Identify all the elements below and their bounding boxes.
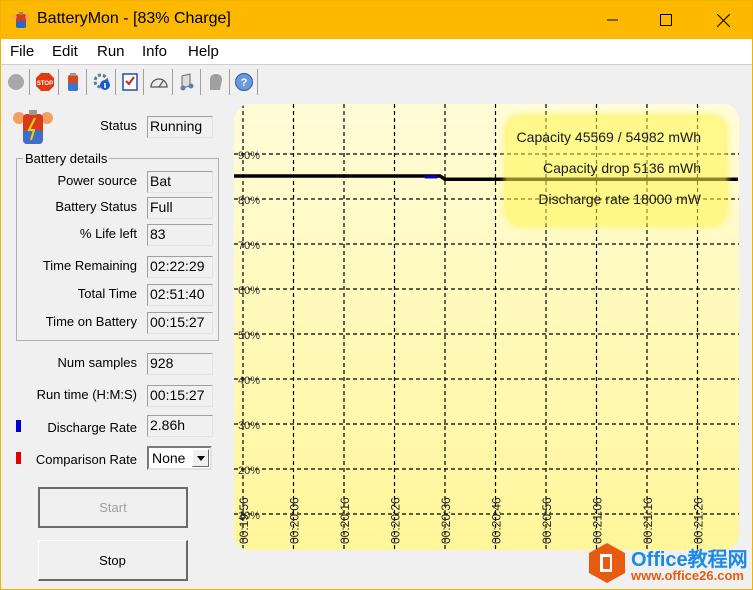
minimize-button[interactable] [590,1,636,39]
x-tick-label: 00:20:26 [389,497,403,544]
x-tick-label: 00:20:06 [288,497,302,544]
info-overlay: Capacity 45569 / 54982 mWh Capacity drop… [507,117,725,224]
capacity-drop-text: Capacity drop 5136 mWh [543,160,701,176]
time-on-battery-label: Time on Battery [45,314,137,329]
x-tick-label: 00:20:16 [338,497,352,544]
svg-text:STOP: STOP [37,81,53,87]
toolbar-gauge-button[interactable] [146,69,173,95]
x-tick-label: 00:21:16 [641,497,655,544]
maximize-icon [660,14,672,26]
toolbar-battery-button[interactable] [60,69,87,95]
app-window: BatteryMon - [83% Charge] File Edit Run … [0,0,753,590]
discharge-rate-label: Discharge Rate [47,420,137,435]
dropdown-arrow-button[interactable] [192,449,209,467]
menu-bar: File Edit Run Info Help [1,39,752,65]
run-time-field: 00:15:27 [147,385,213,407]
toolbar-settings-button[interactable] [89,69,116,95]
y-tick-label: 70% [238,240,260,252]
y-tick-label: 80% [238,195,260,207]
stop-icon: STOP [36,73,54,91]
life-left-label: % Life left [79,226,137,241]
discharge-rate-field: 2.86h [147,415,213,437]
battery-status-label: Battery Status [55,199,137,214]
run-time-label: Run time (H:M:S) [36,387,137,402]
checklist-icon [122,73,138,91]
battery-details-title: Battery details [23,151,110,166]
status-field: Running [147,116,213,138]
time-remaining-label: Time Remaining [42,258,137,273]
y-tick-label: 30% [238,420,260,432]
watermark-url: www.office26.com [631,568,744,583]
settings-info-icon [93,73,110,90]
comparison-rate-color-swatch [16,452,21,464]
power-source-field: Bat [147,171,213,193]
time-remaining-field: 02:22:29 [147,256,213,278]
stop-button[interactable]: Stop [38,540,188,581]
close-icon [716,13,730,27]
comparison-rate-label: Comparison Rate [35,452,137,467]
toolbar: STOP ? [1,66,752,98]
window-title: BatteryMon - [83% Charge] [37,10,231,27]
toolbar-user-button[interactable] [203,69,230,95]
toolbar-record-button[interactable] [3,69,30,95]
toolbar-help-button[interactable]: ? [231,69,258,95]
discharge-rate-text: Discharge rate 18000 mW [538,191,701,207]
menu-help[interactable]: Help [188,43,219,60]
x-tick-label: 00:20:56 [540,497,554,544]
menu-info[interactable]: Info [142,43,167,60]
x-tick-label: 00:20:36 [439,497,453,544]
total-time-field: 02:51:40 [147,284,213,306]
toolbar-sound-button[interactable] [174,69,201,95]
sound-icon [180,73,194,91]
battery-status-field: Full [147,197,213,219]
total-time-label: Total Time [77,286,137,301]
toolbar-checklist-button[interactable] [117,69,144,95]
office-logo-icon [589,543,625,583]
svg-text:?: ? [241,77,248,89]
battery-icon [68,73,78,91]
chevron-down-icon [196,455,205,461]
life-left-field: 83 [147,224,213,246]
time-on-battery-field: 00:15:27 [147,312,213,334]
num-samples-label: Num samples [57,355,137,370]
power-source-label: Power source [57,173,137,188]
battery-mascot-icon [13,110,53,144]
num-samples-field: 928 [147,353,213,375]
discharge-rate-color-swatch [16,420,21,432]
minimize-icon [607,19,618,21]
record-icon [8,74,24,90]
close-button[interactable] [700,1,746,39]
status-label: Status [100,118,137,133]
x-tick-label: 00:21:26 [692,497,706,544]
y-tick-label: 20% [238,465,260,477]
maximize-button[interactable] [643,1,689,39]
y-tick-label: 40% [238,375,260,387]
user-icon [210,74,222,90]
toolbar-stop-button[interactable]: STOP [32,69,59,95]
x-tick-label: 00:20:46 [490,497,504,544]
menu-run[interactable]: Run [97,43,125,60]
capacity-text: Capacity 45569 / 54982 mWh [516,129,701,145]
menu-edit[interactable]: Edit [52,43,78,60]
start-button[interactable]: Start [38,487,188,528]
help-icon: ? [235,73,253,91]
comparison-rate-value: None [152,450,186,466]
menu-file[interactable]: File [10,43,34,60]
y-tick-label: 90% [238,150,260,162]
y-tick-label: 50% [238,330,260,342]
x-tick-label: 00:21:06 [591,497,605,544]
y-tick-label: 60% [238,285,260,297]
app-battery-icon [12,12,30,28]
comparison-rate-select[interactable]: None [147,446,212,470]
gauge-icon [150,78,168,88]
x-tick-label: 00:19:56 [237,497,251,544]
title-bar: BatteryMon - [83% Charge] [1,1,752,39]
